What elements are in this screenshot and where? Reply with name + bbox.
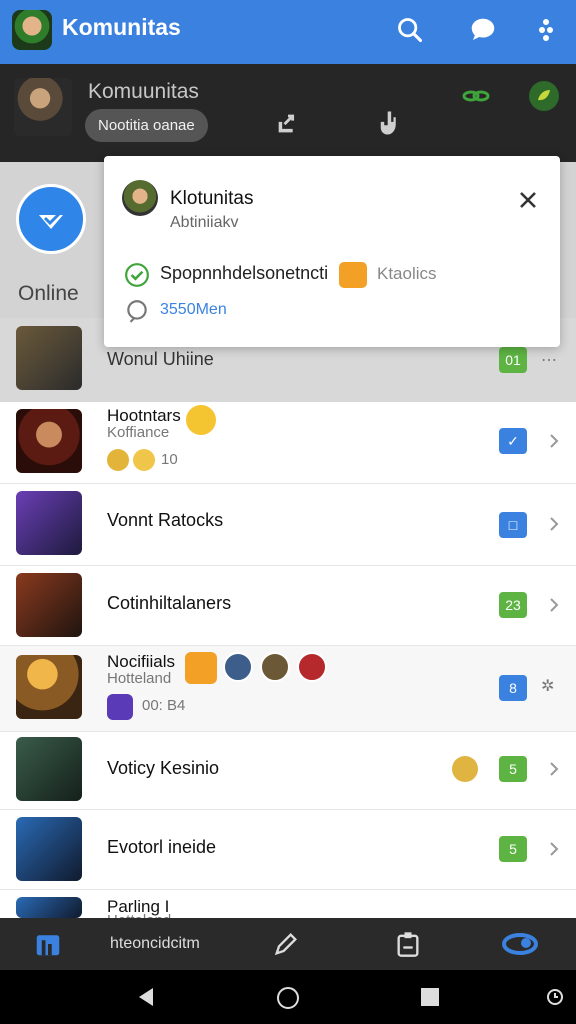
row-title: Vonnt Ratocks	[107, 510, 224, 530]
chat-bubble-icon	[471, 18, 495, 40]
popup-subtitle: Abtiniiakv	[170, 214, 239, 231]
community-avatar	[14, 78, 72, 136]
list-item[interactable]	[0, 566, 576, 646]
touch-button[interactable]	[370, 103, 410, 143]
clipboard-icon	[397, 932, 419, 957]
community-title: Komuunitas	[88, 80, 199, 103]
list-item[interactable]	[0, 732, 576, 810]
tag-icon	[107, 694, 133, 720]
close-icon	[520, 192, 536, 208]
link-button[interactable]	[456, 76, 496, 116]
bear-icon	[452, 756, 478, 782]
nav-compose[interactable]	[266, 924, 306, 964]
star-badge-icon	[185, 652, 217, 684]
emoji-icon	[107, 449, 129, 471]
chevron-right-icon	[550, 517, 559, 531]
online-label: Online	[18, 282, 79, 305]
status-button[interactable]	[524, 76, 564, 116]
list-item[interactable]	[0, 402, 576, 484]
popup-row-extra: Ktaolics	[377, 264, 437, 283]
app-title: Komunitas	[62, 14, 181, 40]
row-meta: 00: B4	[142, 697, 186, 714]
emoji-icon	[133, 449, 155, 471]
game-thumbnail	[16, 409, 82, 473]
close-button[interactable]	[514, 186, 542, 214]
status-badge: 01	[499, 347, 527, 373]
game-thumbnail	[16, 326, 82, 390]
game-thumbnail	[16, 655, 82, 719]
diamond-check-icon	[39, 212, 63, 229]
community-popup: Klotunitas Abtiniiakv Spopnnhdelsonetnct…	[104, 156, 560, 347]
avatar	[260, 652, 290, 682]
recent-apps-icon[interactable]	[420, 987, 440, 1007]
reaction-count: 10	[161, 451, 178, 468]
row-title: Cotinhiltalaners	[107, 593, 232, 613]
status-badge: ✓	[499, 428, 527, 454]
row-title: Hootntars	[107, 406, 181, 425]
pencil-icon	[274, 933, 297, 956]
list-item[interactable]	[0, 890, 576, 918]
avatar	[223, 652, 253, 682]
app-root: Komunitas Komuunitas Nootitia oanae Onli…	[0, 0, 576, 1024]
row-title: Evotorl ineide	[107, 837, 217, 857]
settings-icon[interactable]: ✲	[541, 676, 554, 696]
status-badge: 23	[499, 592, 527, 618]
nav-label[interactable]: hteoncidcitm	[110, 935, 200, 953]
chevron-right-icon	[550, 434, 559, 448]
popup-row-text[interactable]: Spopnnhdelsonetncti	[160, 263, 328, 284]
status-badge: 5	[499, 756, 527, 782]
share-button[interactable]	[268, 103, 308, 143]
game-thumbnail	[16, 491, 82, 555]
game-thumbnail	[16, 737, 82, 801]
more-options-button[interactable]	[526, 10, 566, 50]
clock-icon	[547, 989, 563, 1005]
hand-pointer-icon	[380, 111, 396, 135]
popup-title: Klotunitas	[170, 188, 254, 209]
list-item[interactable]	[0, 810, 576, 890]
chevron-right-icon	[550, 842, 559, 856]
community-pill-button[interactable]: Nootitia oanae	[85, 109, 208, 142]
popup-avatar	[122, 180, 158, 216]
chat-button[interactable]	[463, 10, 503, 50]
popup-member-count[interactable]: 3550Men	[160, 301, 227, 319]
nav-clipboard[interactable]	[388, 924, 428, 964]
verified-badge-button[interactable]	[16, 184, 86, 254]
chevron-right-icon	[550, 762, 559, 776]
avatar	[297, 652, 327, 682]
search-icon	[398, 18, 423, 43]
nav-home[interactable]	[28, 924, 68, 964]
row-title: Voticy Kesinio	[107, 758, 220, 778]
chat-outline-icon	[127, 300, 147, 323]
search-button[interactable]	[390, 10, 430, 50]
game-thumbnail	[16, 897, 82, 918]
more-icon[interactable]: ⋯	[541, 350, 557, 370]
row-title: Wonul Uhiine	[107, 349, 214, 369]
row-title: Nocifiials	[107, 652, 176, 671]
row-subtitle: Koffiance	[107, 424, 170, 441]
link-chain-icon	[462, 90, 490, 102]
home-circle-icon[interactable]	[276, 986, 300, 1010]
game-thumbnail	[16, 817, 82, 881]
status-badge: □	[499, 512, 527, 538]
fire-badge-icon	[186, 405, 216, 435]
status-badge: 8	[499, 675, 527, 701]
home-icon	[36, 935, 60, 956]
green-leaf-icon	[529, 81, 559, 111]
status-badge: 5	[499, 836, 527, 862]
orange-tag-icon	[339, 262, 367, 288]
back-icon[interactable]	[134, 985, 158, 1009]
share-icon	[278, 114, 295, 133]
app-logo	[12, 10, 52, 50]
more-dots-icon	[539, 19, 553, 41]
chevron-right-icon	[550, 598, 559, 612]
chat-link-icon	[502, 933, 538, 955]
row-subtitle: Hotteland	[107, 670, 172, 687]
list-item[interactable]	[0, 484, 576, 566]
nav-chat[interactable]	[500, 924, 540, 964]
game-thumbnail	[16, 573, 82, 637]
check-circle-icon	[125, 263, 149, 287]
